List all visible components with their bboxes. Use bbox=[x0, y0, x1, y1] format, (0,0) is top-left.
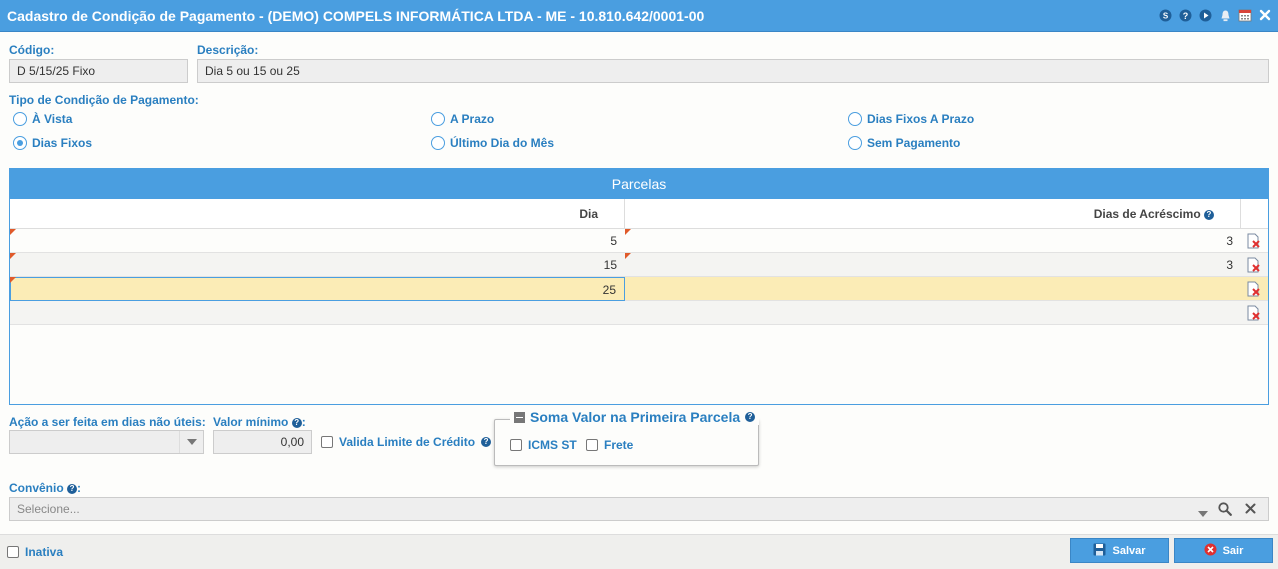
delete-row-icon[interactable] bbox=[1245, 281, 1261, 297]
chevron-down-icon[interactable] bbox=[179, 431, 203, 453]
help-icon[interactable]: ? bbox=[67, 483, 78, 494]
delete-row-icon[interactable] bbox=[1245, 257, 1261, 273]
codigo-label: Código: bbox=[9, 43, 55, 57]
valor-minimo-label-text: Valor mínimo bbox=[213, 415, 289, 429]
radio-dias-fixos-a-prazo[interactable]: Dias Fixos A Prazo bbox=[848, 112, 974, 126]
calendar-icon[interactable] bbox=[1238, 8, 1252, 22]
table-row-selected[interactable]: 25 bbox=[10, 277, 1268, 301]
radio-dias-fixos[interactable]: Dias Fixos bbox=[13, 136, 92, 150]
radio-a-vista[interactable]: À Vista bbox=[13, 112, 72, 126]
radio-a-prazo-label: A Prazo bbox=[450, 112, 495, 126]
checkbox[interactable] bbox=[586, 439, 598, 451]
parcelas-grid: Parcelas Dia Dias de Acréscimo ? 5 3 15 … bbox=[9, 168, 1269, 405]
convenio-placeholder: Selecione... bbox=[17, 502, 80, 516]
radio-dias-fixos-a-prazo-label: Dias Fixos A Prazo bbox=[867, 112, 975, 126]
valida-limite-label: Valida Limite de Crédito bbox=[339, 435, 476, 449]
acao-label: Ação a ser feita em dias não úteis: bbox=[9, 415, 206, 429]
checkbox[interactable] bbox=[7, 546, 19, 558]
cell-dia[interactable]: 15 bbox=[10, 253, 625, 277]
footer-bar: Inativa Salvar Sair bbox=[0, 534, 1278, 569]
valor-minimo-label: Valor mínimo ?: bbox=[213, 415, 306, 429]
skype-icon[interactable]: S bbox=[1158, 8, 1172, 22]
cell-dia[interactable]: 5 bbox=[10, 229, 625, 253]
cell-dia[interactable] bbox=[10, 301, 625, 325]
radio-button-selected[interactable] bbox=[13, 136, 27, 150]
cell-acrescimo[interactable]: 3 bbox=[625, 253, 1241, 277]
salvar-label: Salvar bbox=[1112, 544, 1146, 557]
dirty-marker-icon bbox=[10, 277, 16, 283]
title-bar: Cadastro de Condição de Pagamento - (DEM… bbox=[0, 0, 1278, 32]
cell-acrescimo[interactable] bbox=[625, 301, 1241, 325]
exit-icon bbox=[1204, 543, 1217, 559]
column-dia[interactable]: Dia bbox=[10, 199, 625, 229]
radio-button[interactable] bbox=[431, 136, 445, 150]
delete-row-icon[interactable] bbox=[1245, 305, 1261, 321]
clear-icon[interactable] bbox=[1245, 503, 1256, 517]
codigo-field[interactable]: D 5/15/25 Fixo bbox=[9, 59, 188, 83]
window-title: Cadastro de Condição de Pagamento - (DEM… bbox=[7, 8, 705, 24]
close-icon[interactable] bbox=[1258, 8, 1272, 22]
convenio-label: Convênio ?: bbox=[9, 481, 82, 495]
radio-ultimo-dia-do-mes[interactable]: Último Dia do Mês bbox=[431, 136, 554, 150]
table-row[interactable]: 15 3 bbox=[10, 253, 1268, 277]
radio-button[interactable] bbox=[848, 112, 862, 126]
radio-a-vista-label: À Vista bbox=[32, 112, 73, 126]
valida-limite-checkbox[interactable]: Valida Limite de Crédito ? bbox=[321, 435, 492, 449]
bell-icon[interactable] bbox=[1218, 8, 1232, 22]
radio-button[interactable] bbox=[431, 112, 445, 126]
radio-sem-pagamento-label: Sem Pagamento bbox=[867, 136, 961, 150]
parcelas-title: Parcelas bbox=[10, 169, 1268, 199]
checkbox[interactable] bbox=[510, 439, 522, 451]
help-icon[interactable]: ? bbox=[1204, 209, 1214, 220]
parcelas-column-header: Dia Dias de Acréscimo ? bbox=[10, 199, 1268, 229]
soma-valor-legend[interactable]: Soma Valor na Primeira Parcela ? bbox=[510, 409, 760, 425]
search-icon[interactable] bbox=[1218, 502, 1232, 519]
icms-st-label: ICMS ST bbox=[528, 438, 577, 452]
collapse-icon[interactable] bbox=[514, 411, 525, 423]
frete-checkbox[interactable]: Frete bbox=[586, 438, 633, 452]
salvar-button[interactable]: Salvar bbox=[1070, 538, 1169, 563]
save-icon bbox=[1093, 543, 1106, 559]
sair-label: Sair bbox=[1222, 544, 1244, 557]
convenio-select[interactable]: Selecione... bbox=[9, 497, 1269, 521]
radio-button[interactable] bbox=[13, 112, 27, 126]
radio-sem-pagamento[interactable]: Sem Pagamento bbox=[848, 136, 960, 150]
descricao-field[interactable]: Dia 5 ou 15 ou 25 bbox=[197, 59, 1269, 83]
cell-acrescimo[interactable] bbox=[625, 277, 1241, 301]
checkbox[interactable] bbox=[321, 436, 333, 448]
frete-label: Frete bbox=[604, 438, 634, 452]
descricao-label: Descrição: bbox=[197, 43, 259, 57]
radio-ultimo-dia-do-mes-label: Último Dia do Mês bbox=[450, 136, 555, 150]
cell-dia-editing[interactable]: 25 bbox=[10, 277, 625, 301]
chevron-down-icon[interactable] bbox=[1198, 506, 1208, 520]
table-row[interactable]: 5 3 bbox=[10, 229, 1268, 253]
play-icon[interactable] bbox=[1198, 8, 1212, 22]
help-icon[interactable]: ? bbox=[1178, 8, 1192, 22]
valor-minimo-field[interactable]: 0,00 bbox=[213, 430, 312, 454]
inativa-checkbox[interactable]: Inativa bbox=[7, 545, 63, 559]
column-dias-acrescimo-label: Dias de Acréscimo bbox=[1093, 207, 1201, 221]
tipo-condicao-label: Tipo de Condição de Pagamento: bbox=[9, 93, 199, 107]
acao-select[interactable] bbox=[9, 430, 204, 454]
sair-button[interactable]: Sair bbox=[1174, 538, 1273, 563]
radio-a-prazo[interactable]: A Prazo bbox=[431, 112, 494, 126]
table-row[interactable] bbox=[10, 301, 1268, 325]
radio-button[interactable] bbox=[848, 136, 862, 150]
convenio-label-text: Convênio bbox=[9, 481, 64, 495]
icms-st-checkbox[interactable]: ICMS ST bbox=[510, 438, 577, 452]
cell-acrescimo[interactable]: 3 bbox=[625, 229, 1241, 253]
help-icon[interactable]: ? bbox=[745, 412, 756, 422]
column-dias-acrescimo[interactable]: Dias de Acréscimo ? bbox=[625, 199, 1241, 229]
delete-row-icon[interactable] bbox=[1245, 233, 1261, 249]
help-icon[interactable]: ? bbox=[481, 437, 492, 447]
soma-valor-title: Soma Valor na Primeira Parcela bbox=[530, 409, 741, 425]
svg-text:?: ? bbox=[1182, 11, 1188, 21]
title-bar-icons: S ? bbox=[1158, 8, 1272, 22]
help-icon[interactable]: ? bbox=[291, 417, 302, 428]
inativa-label: Inativa bbox=[25, 545, 64, 559]
svg-text:S: S bbox=[1162, 11, 1168, 20]
radio-dias-fixos-label: Dias Fixos bbox=[32, 136, 93, 150]
